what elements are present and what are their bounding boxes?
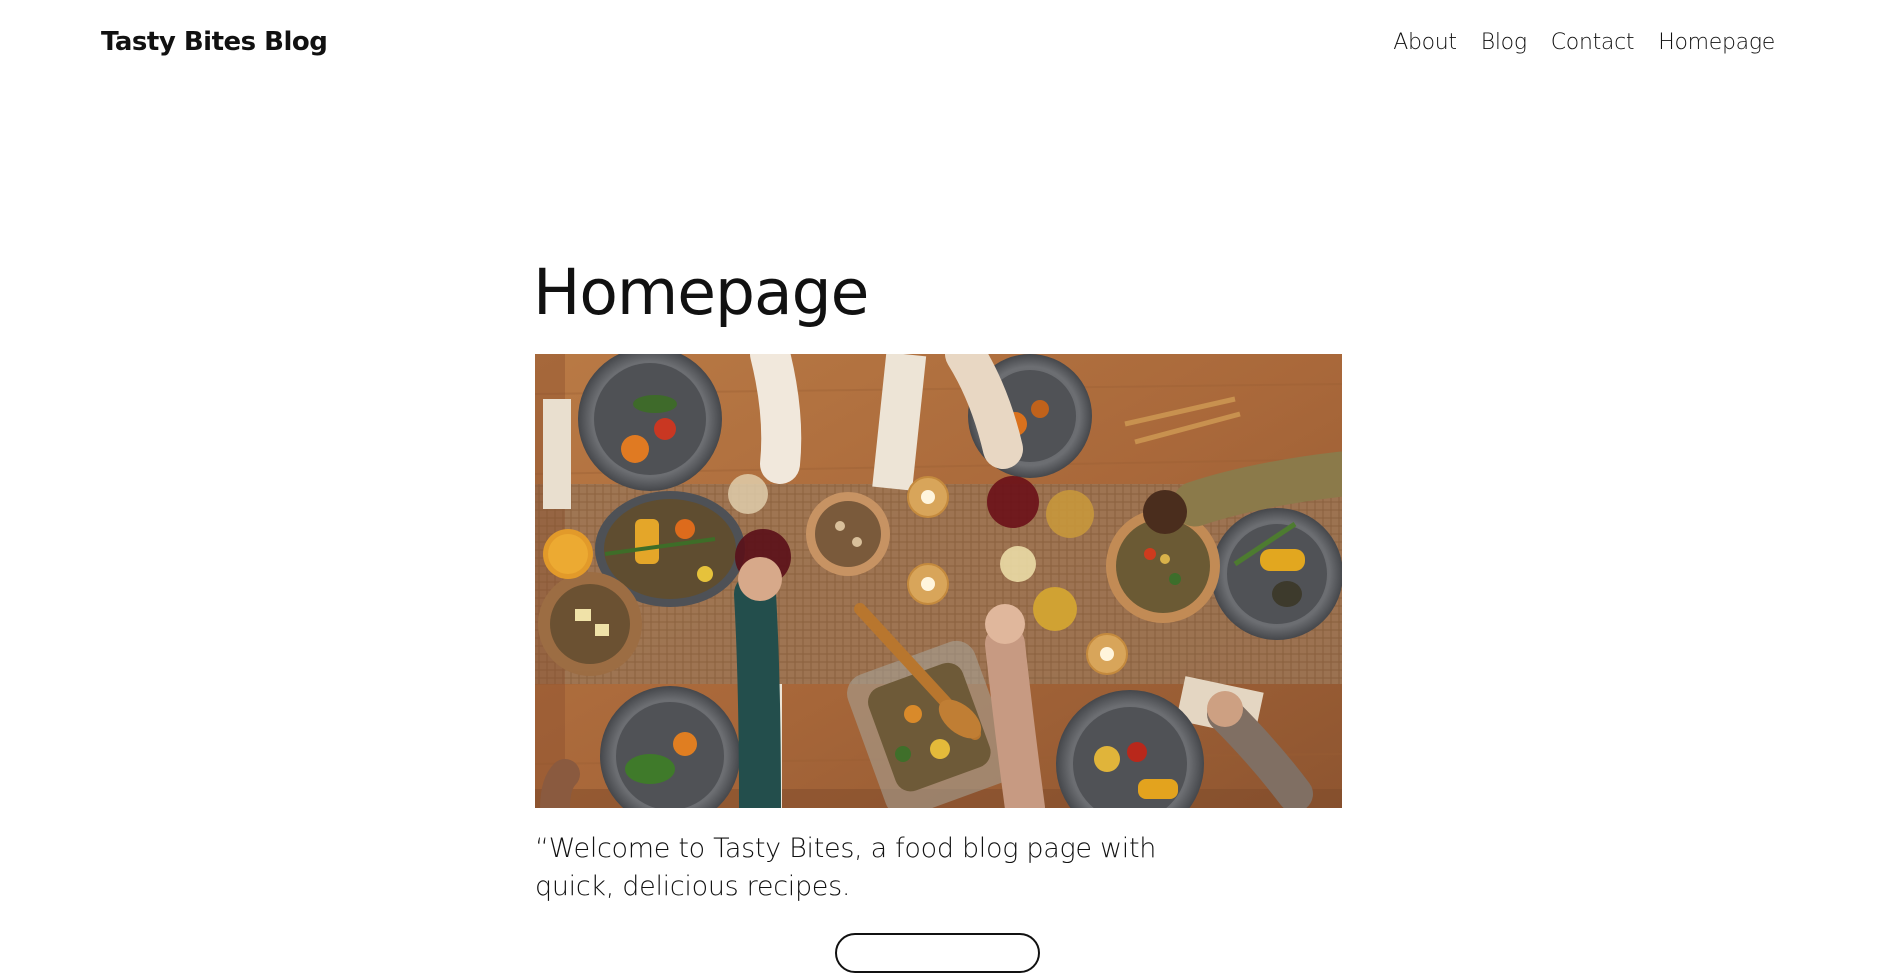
nav-item-about[interactable]: About [1393,30,1457,55]
nav-item-homepage[interactable]: Homepage [1658,30,1775,55]
hero-image-graphic [535,354,1342,808]
main-nav: About Blog Contact Homepage [1393,30,1775,55]
hero-image [535,354,1342,808]
nav-item-blog[interactable]: Blog [1481,30,1527,55]
nav-item-contact[interactable]: Contact [1551,30,1635,55]
page-title: Homepage [533,256,869,329]
cta-button[interactable] [835,933,1040,973]
site-title[interactable]: Tasty Bites Blog [101,27,328,57]
intro-text: “Welcome to Tasty Bites, a food blog pag… [535,833,1157,902]
site-header: Tasty Bites Blog About Blog Contact Home… [0,0,1891,90]
